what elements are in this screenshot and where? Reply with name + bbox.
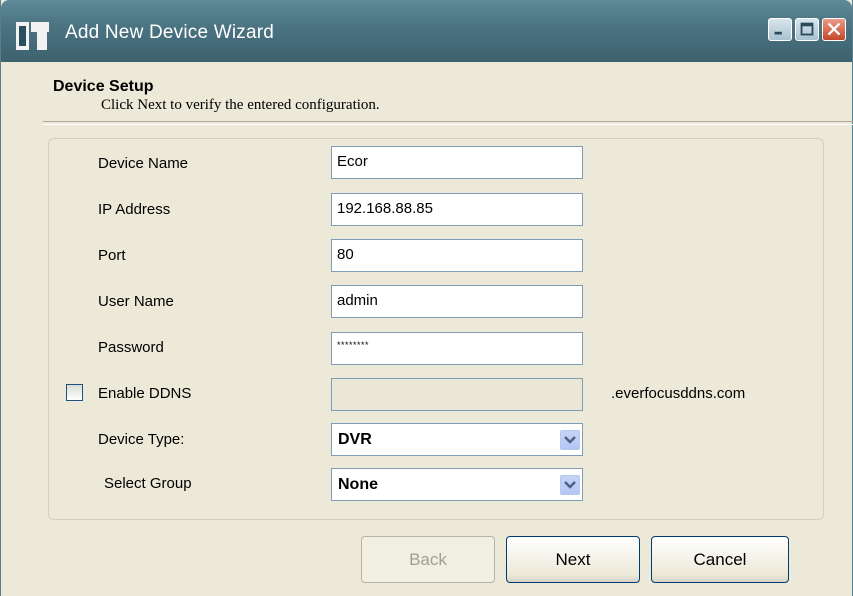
select-group-label: Select Group xyxy=(104,475,192,492)
user-name-label: User Name xyxy=(98,293,174,310)
wizard-window: Add New Device Wizard Device Setup Click… xyxy=(0,0,853,596)
ip-address-field[interactable]: 192.168.88.85 xyxy=(331,193,583,226)
device-name-label: Device Name xyxy=(98,155,189,172)
page-subtitle: Click Next to verify the entered configu… xyxy=(101,97,380,113)
maximize-button[interactable] xyxy=(795,18,819,41)
title-bar[interactable]: Add New Device Wizard xyxy=(1,0,852,62)
next-button[interactable]: Next xyxy=(506,536,640,583)
user-name-field[interactable]: admin xyxy=(331,285,583,318)
minimize-icon xyxy=(774,31,782,35)
password-field[interactable]: ******** xyxy=(331,332,583,365)
select-group-select[interactable]: None xyxy=(331,468,583,501)
device-type-select[interactable]: DVR xyxy=(331,423,583,456)
chevron-down-icon xyxy=(564,481,576,489)
enable-ddns-label[interactable]: Enable DDNS xyxy=(98,385,191,402)
ddns-domain-suffix: .everfocusddns.com xyxy=(611,385,746,402)
close-icon xyxy=(827,22,841,36)
device-name-field[interactable]: Ecor xyxy=(331,146,583,179)
app-icon xyxy=(16,22,49,50)
port-field[interactable]: 80 xyxy=(331,239,583,272)
close-button[interactable] xyxy=(822,18,846,41)
port-label: Port xyxy=(98,247,126,264)
page-title: Device Setup xyxy=(53,78,154,95)
chevron-down-icon xyxy=(564,436,576,444)
ip-address-label: IP Address xyxy=(98,201,171,218)
enable-ddns-checkbox[interactable] xyxy=(66,384,83,401)
ddns-host-field[interactable] xyxy=(331,378,583,411)
maximize-icon xyxy=(800,22,814,36)
device-type-value: DVR xyxy=(338,431,372,448)
select-group-value: None xyxy=(338,476,378,493)
dropdown-arrow[interactable] xyxy=(560,430,580,450)
cancel-button[interactable]: Cancel xyxy=(651,536,789,583)
header-divider xyxy=(43,121,853,125)
back-button[interactable]: Back xyxy=(361,536,495,583)
password-label: Password xyxy=(98,339,164,356)
minimize-button[interactable] xyxy=(768,18,792,41)
window-title: Add New Device Wizard xyxy=(65,22,275,43)
window-controls xyxy=(768,18,846,41)
dropdown-arrow[interactable] xyxy=(560,475,580,495)
device-type-label: Device Type: xyxy=(98,431,185,448)
